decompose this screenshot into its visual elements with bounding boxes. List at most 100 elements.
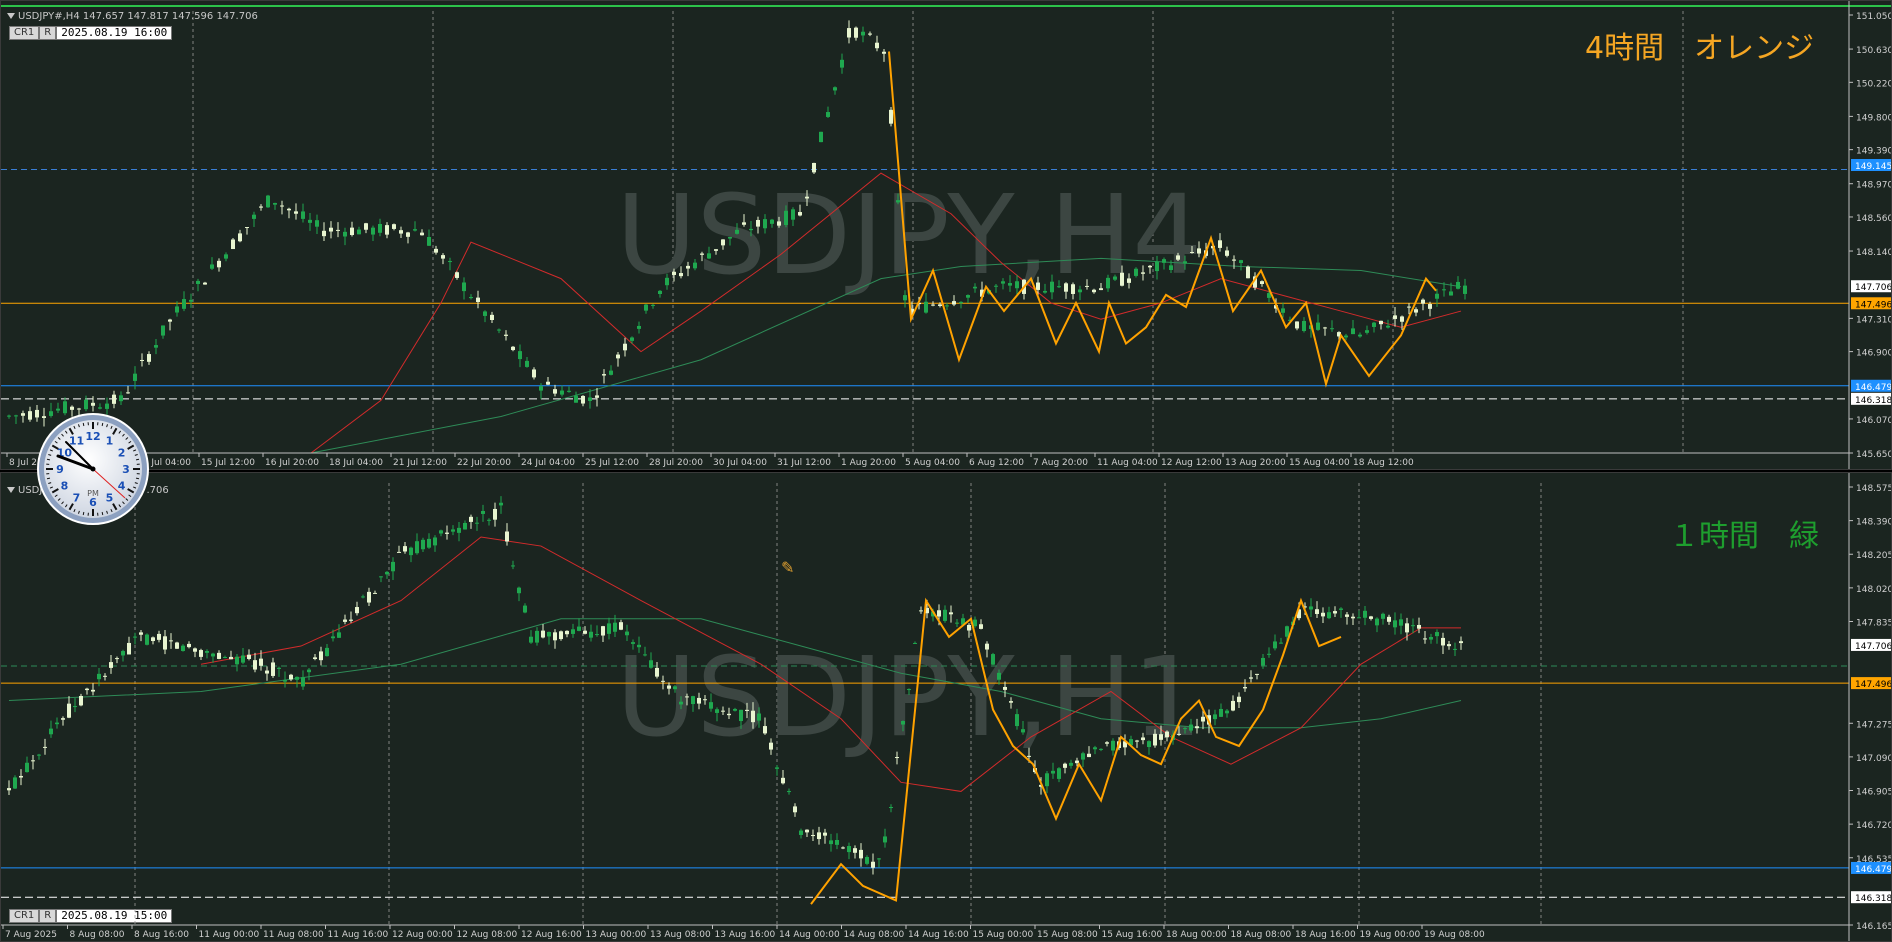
candle-body [1099,288,1103,291]
candle-body [1316,322,1320,330]
candle-body [483,311,487,316]
candle-body [229,656,233,660]
time-label: 13 Aug 00:00 [586,930,647,940]
candle-body [511,565,515,567]
candle-body [427,236,431,246]
candle-body [1447,644,1451,647]
candle-body [235,656,239,665]
candle-body [1279,642,1283,644]
candle-body [203,282,207,285]
candle-body [733,708,737,711]
candle-body [661,680,665,682]
candle-body [895,757,899,759]
candle-body [13,777,17,789]
price-label: 147.090 [1856,754,1892,764]
candle-body [73,706,77,708]
candle-body [319,651,323,661]
candle-body [217,260,221,268]
candle-body [182,299,186,309]
candle-body [1441,637,1445,646]
candle-body [1201,716,1205,722]
candle-body [1387,616,1391,622]
candle-body [595,634,599,636]
candle-body [847,28,851,38]
candle-body [835,839,839,845]
candle-body [1463,285,1467,294]
time-label: 8 Jul 2 [9,458,37,468]
candle-body [1092,289,1096,293]
price-label: 148.020 [1856,585,1892,595]
candle-body [98,407,102,409]
candle-body [307,669,311,673]
candle-body [280,205,284,207]
candle-body [1189,724,1193,731]
candle-body [714,249,718,251]
price-label: 148.205 [1856,551,1892,561]
price-label: 146.165 [1856,922,1892,932]
time-label: 13 Aug 08:00 [650,930,711,940]
clock-number: 2 [118,447,126,460]
candle-body [371,227,375,235]
price-label: 147.835 [1856,618,1892,628]
time-label: 13 Aug 20:00 [1225,458,1286,468]
candle-body [979,624,983,629]
h1-chart-panel[interactable]: USDJPY#,H1 147.644 147.706 CR1 R 2025.08… [0,472,1892,942]
candle-body [1442,289,1446,291]
candle-body [421,539,425,550]
candle-body [367,591,371,603]
h1-chart-canvas[interactable]: USDJPY,H1148.575148.390148.205148.020147… [1,473,1892,942]
price-label: 150.220 [1856,79,1892,89]
candle-body [1036,282,1040,290]
price-label: 145.650 [1856,450,1892,460]
candle-body [1008,283,1012,286]
candle-body [871,861,875,868]
candle-body [1218,240,1222,248]
candle-body [763,726,767,734]
candle-body [532,369,536,378]
candle-body [355,607,359,614]
candle-body [616,354,620,359]
candle-body [1177,733,1181,735]
candle-body [1295,321,1299,329]
candle-body [529,636,533,643]
candle-body [133,636,137,638]
candle-body [793,806,797,813]
candle-body [1057,768,1061,779]
candle-body [7,788,11,791]
candle-body [1078,289,1082,293]
h4-chart-panel[interactable]: USDJPY#,H4 147.657 147.817 147.596 147.7… [0,0,1892,470]
candle-body [1344,335,1348,338]
candle-body [441,255,445,259]
candle-body [399,230,403,234]
clock-number: 1 [106,434,114,447]
candle-body [91,689,95,692]
clock-number: 9 [56,463,64,476]
analog-clock-widget[interactable]: 12 1234567891011 PM [36,412,150,526]
candle-body [241,655,245,663]
candle-body [273,202,277,205]
candle-body [658,290,662,294]
candle-body [343,619,347,622]
candle-body [868,33,872,35]
candle-body [1165,731,1169,738]
candle-body [896,200,900,203]
candle-body [1459,641,1463,644]
candle-body [819,131,823,143]
clock-tick [101,511,104,516]
candle-body [448,261,452,263]
clock-tick [82,511,85,516]
h4-chart-canvas[interactable]: USDJPY,H4 151.050 150.630 150.220 149.800 149… [1,1,1892,470]
candle-body [770,219,774,224]
price-marker-label: 149.145 [1855,162,1892,172]
candle-body [105,403,109,409]
candle-body [931,304,935,306]
candle-body [1134,268,1138,276]
candle-body [1141,737,1145,741]
candle-body [715,709,719,713]
clock-tick [82,422,85,427]
candle-body [1147,741,1151,748]
candle-body [1231,700,1235,711]
candle-body [1369,616,1373,619]
time-label: 14 Aug 16:00 [908,930,969,940]
time-label: 13 Aug 16:00 [715,930,776,940]
